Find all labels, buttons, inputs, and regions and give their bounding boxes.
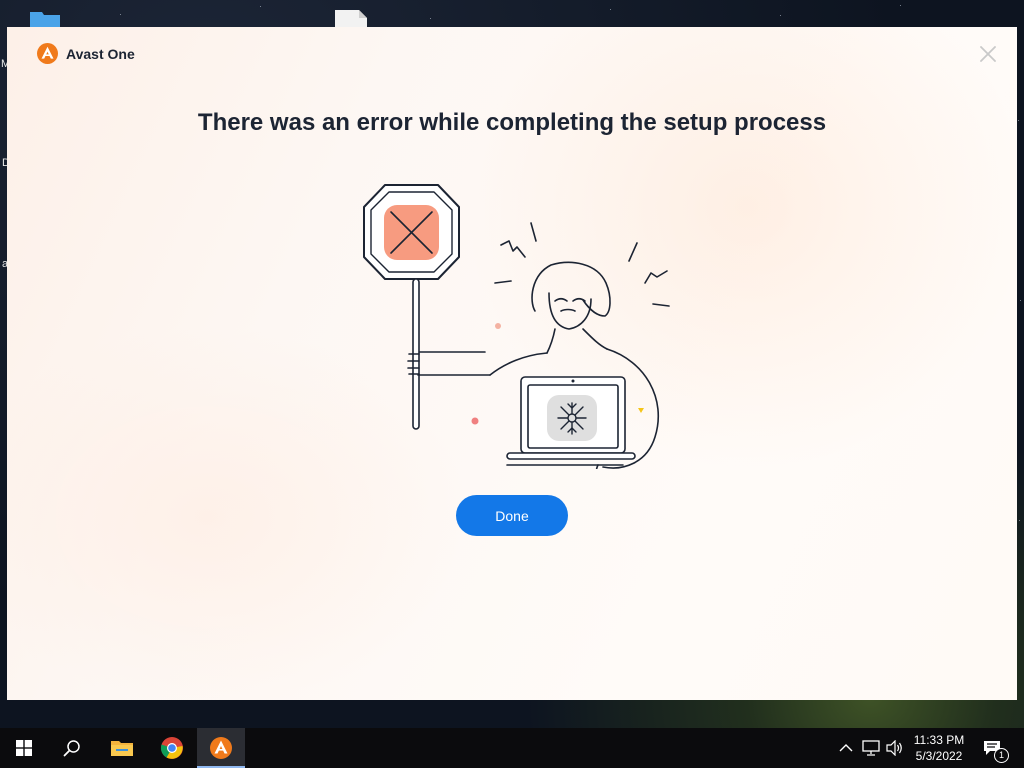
chrome-icon: [160, 737, 183, 759]
taskbar-clock[interactable]: 11:33 PM 5/3/2022: [905, 732, 973, 764]
clock-time: 11:33 PM: [913, 733, 965, 747]
taskbar-file-explorer[interactable]: [98, 728, 146, 768]
error-title: There was an error while completing the …: [197, 109, 827, 136]
done-button[interactable]: Done: [456, 495, 568, 536]
clock-date: 5/3/2022: [915, 749, 963, 763]
avast-logo-icon: [37, 43, 58, 64]
taskbar: 11:33 PM 5/3/2022 1: [0, 728, 1024, 768]
avast-setup-window: Avast One There was an error while compl…: [7, 27, 1017, 700]
taskbar-avast-one[interactable]: [197, 728, 245, 768]
file-explorer-icon: [111, 741, 133, 756]
app-name: Avast One: [66, 45, 135, 62]
taskbar-chrome[interactable]: [148, 728, 196, 768]
desktop-file-icon[interactable]: [335, 8, 367, 27]
search-button[interactable]: [48, 728, 96, 768]
search-icon: [63, 740, 80, 757]
chevron-up-icon: [839, 744, 853, 752]
network-icon: [862, 740, 880, 756]
network-button[interactable]: [861, 738, 881, 758]
start-button[interactable]: [0, 728, 48, 768]
stop-sign-icon: [363, 184, 460, 430]
volume-button[interactable]: [885, 738, 905, 758]
error-illustration: [363, 184, 670, 469]
close-button[interactable]: [975, 41, 1001, 67]
avast-taskbar-icon: [210, 737, 232, 759]
desktop-folder-icon[interactable]: [30, 10, 60, 27]
volume-icon: [886, 740, 902, 756]
close-icon: [980, 46, 996, 62]
app-brand: Avast One: [37, 43, 135, 64]
show-hidden-icons-button[interactable]: [836, 738, 856, 758]
windows-start-icon: [16, 740, 32, 756]
action-center-button[interactable]: 1: [982, 738, 1009, 763]
notification-count-badge: 1: [994, 748, 1009, 763]
